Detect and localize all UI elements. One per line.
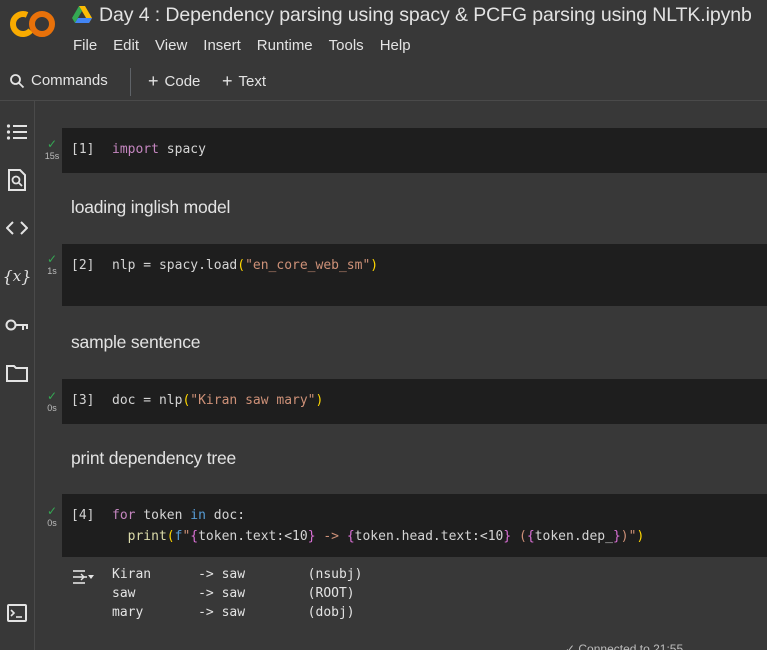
toolbar: Commands + Code + Text (0, 62, 767, 100)
execution-count: [2] (71, 258, 95, 273)
output-line: Kiran -> saw (nsubj) (112, 567, 363, 582)
output-actions-icon[interactable] (72, 569, 96, 585)
menu-bar: File Edit View Insert Runtime Tools Help (73, 37, 427, 54)
add-code-label: Code (164, 72, 201, 90)
cell-run-status[interactable]: ✓ 0s (40, 504, 64, 528)
plus-icon: + (222, 71, 233, 91)
checkmark-icon: ✓ (46, 504, 58, 518)
menu-edit[interactable]: Edit (113, 37, 139, 54)
google-drive-icon[interactable] (72, 6, 92, 24)
add-code-button[interactable]: + Code (148, 72, 200, 90)
folder-icon[interactable] (5, 361, 29, 385)
execution-count: [3] (71, 393, 95, 408)
header: Day 4 : Dependency parsing using spacy &… (0, 0, 767, 62)
cell-run-status[interactable]: ✓ 15s (40, 137, 64, 161)
code-cell-2[interactable]: [2] nlp = spacy.load("en_core_web_sm") (62, 244, 767, 306)
left-sidebar: {x} (0, 101, 35, 650)
table-of-contents-icon[interactable] (5, 120, 29, 144)
cell-run-status[interactable]: ✓ 1s (40, 252, 64, 276)
menu-insert[interactable]: Insert (203, 37, 241, 54)
notebook-area: ✓ 15s [1] import spacy loading inglish m… (36, 101, 767, 650)
execution-count: [4] (71, 508, 95, 523)
checkmark-icon: ✓ (46, 137, 58, 151)
text-cell-heading[interactable]: print dependency tree (71, 448, 236, 469)
toolbar-divider (130, 68, 131, 96)
output-line: mary -> saw (dobj) (112, 605, 355, 620)
cell-run-status[interactable]: ✓ 0s (40, 389, 64, 413)
text-cell-heading[interactable]: loading inglish model (71, 197, 230, 218)
code-line: doc = nlp("Kiran saw mary") (112, 393, 324, 408)
search-icon (10, 73, 25, 88)
menu-help[interactable]: Help (380, 37, 411, 54)
commands-button[interactable]: Commands (9, 72, 108, 89)
notebook-title[interactable]: Day 4 : Dependency parsing using spacy &… (99, 4, 752, 27)
execution-duration: 1s (47, 266, 57, 276)
code-cell-4[interactable]: [4] for token in doc: print(f"{token.tex… (62, 494, 767, 557)
add-text-button[interactable]: + Text (222, 72, 266, 90)
find-replace-icon[interactable] (5, 168, 29, 192)
menu-file[interactable]: File (73, 37, 97, 54)
commands-label: Commands (31, 72, 108, 89)
cell-output: Kiran -> saw (nsubj) saw -> saw (ROOT) m… (62, 567, 767, 627)
menu-tools[interactable]: Tools (329, 37, 364, 54)
terminal-icon[interactable] (5, 601, 29, 625)
text-cell-heading[interactable]: sample sentence (71, 332, 201, 353)
output-line: saw -> saw (ROOT) (112, 586, 355, 601)
plus-icon: + (148, 71, 159, 91)
code-line: print(f"{token.text:<10} -> {token.head.… (127, 529, 645, 544)
add-text-label: Text (238, 72, 267, 90)
checkmark-icon: ✓ (46, 252, 58, 266)
secrets-key-icon[interactable] (5, 313, 29, 337)
menu-view[interactable]: View (155, 37, 187, 54)
code-cell-3[interactable]: [3] doc = nlp("Kiran saw mary") (62, 379, 767, 424)
execution-count: [1] (71, 142, 95, 157)
code-cell-1[interactable]: [1] import spacy (62, 128, 767, 173)
code-snippets-icon[interactable] (5, 216, 29, 240)
code-line: import spacy (112, 142, 206, 157)
connection-status[interactable]: ✓ Connected to 21:55 (565, 642, 683, 650)
menu-runtime[interactable]: Runtime (257, 37, 313, 54)
execution-duration: 0s (47, 518, 57, 528)
colab-logo[interactable] (9, 8, 57, 40)
code-line: for token in doc: (112, 508, 246, 523)
variables-icon[interactable]: {x} (3, 264, 32, 288)
checkmark-icon: ✓ (46, 389, 58, 403)
execution-duration: 15s (44, 151, 60, 161)
code-line: nlp = spacy.load("en_core_web_sm") (112, 258, 379, 273)
execution-duration: 0s (47, 403, 57, 413)
